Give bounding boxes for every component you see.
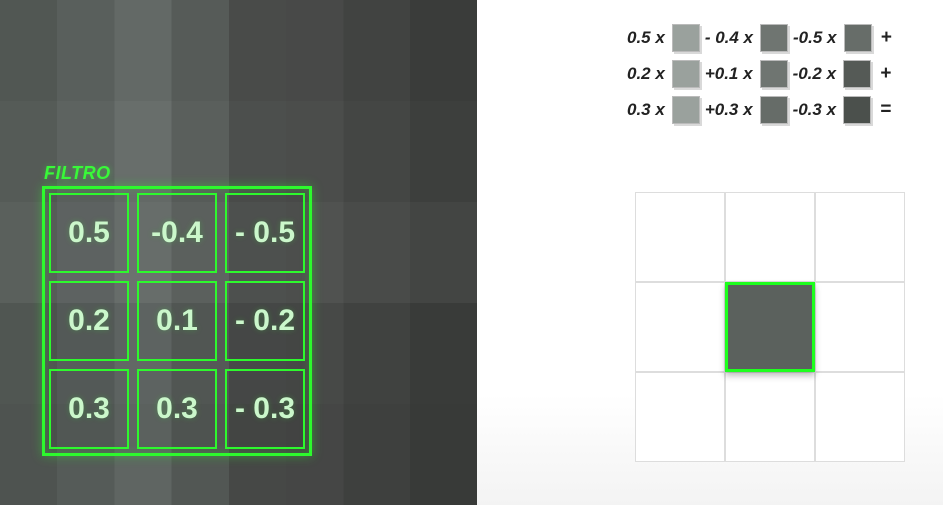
pixel-swatch <box>672 60 700 88</box>
equation-row: 0.5 x - 0.4 x -0.5 x + <box>625 24 892 52</box>
row-terminator: = <box>874 99 891 121</box>
output-cell <box>635 372 725 462</box>
output-feature-grid <box>635 192 905 462</box>
kernel-cell: 0.3 <box>137 369 217 449</box>
kernel-cell: - 0.3 <box>225 369 305 449</box>
coefficient: - 0.4 x <box>703 28 757 48</box>
coefficient: -0.5 x <box>791 28 840 48</box>
coefficient: +0.1 x <box>703 64 757 84</box>
equation-row: 0.2 x +0.1 x -0.2 x + <box>625 60 892 88</box>
output-cell <box>815 372 905 462</box>
pixel-swatch <box>760 96 788 124</box>
convolution-equation: 0.5 x - 0.4 x -0.5 x + 0.2 x +0.1 x -0.2… <box>625 24 892 124</box>
output-cell <box>815 192 905 282</box>
kernel-cell: 0.1 <box>137 281 217 361</box>
kernel-cell: 0.5 <box>49 193 129 273</box>
pixel-row <box>0 0 477 101</box>
computation-panel: 0.5 x - 0.4 x -0.5 x + 0.2 x +0.1 x -0.2… <box>477 0 943 505</box>
pixel-swatch <box>760 24 788 52</box>
pixel-swatch <box>844 24 872 52</box>
output-cell <box>725 372 815 462</box>
kernel-cell: -0.4 <box>137 193 217 273</box>
pixel-swatch <box>672 96 700 124</box>
kernel-cell: - 0.5 <box>225 193 305 273</box>
source-image-panel: FILTRO 0.5 -0.4 - 0.5 0.2 0.1 - 0.2 0.3 … <box>0 0 477 505</box>
pixel-swatch <box>843 60 871 88</box>
coefficient: -0.2 x <box>791 64 840 84</box>
row-terminator: + <box>875 27 892 49</box>
coefficient: -0.3 x <box>791 100 840 120</box>
output-cell-active <box>725 282 815 372</box>
coefficient: 0.2 x <box>625 64 669 84</box>
pixel-swatch <box>843 96 871 124</box>
filter-kernel-grid: 0.5 -0.4 - 0.5 0.2 0.1 - 0.2 0.3 0.3 - 0… <box>42 186 312 456</box>
kernel-cell: 0.2 <box>49 281 129 361</box>
filter-label: FILTRO <box>44 163 111 184</box>
coefficient: 0.3 x <box>625 100 669 120</box>
output-cell <box>815 282 905 372</box>
coefficient: 0.5 x <box>625 28 669 48</box>
kernel-cell: 0.3 <box>49 369 129 449</box>
output-cell <box>635 192 725 282</box>
row-terminator: + <box>874 63 891 85</box>
kernel-cell: - 0.2 <box>225 281 305 361</box>
output-cell <box>635 282 725 372</box>
pixel-swatch <box>672 24 700 52</box>
pixel-swatch <box>760 60 788 88</box>
coefficient: +0.3 x <box>703 100 757 120</box>
output-cell <box>725 192 815 282</box>
equation-row: 0.3 x +0.3 x -0.3 x = <box>625 96 892 124</box>
